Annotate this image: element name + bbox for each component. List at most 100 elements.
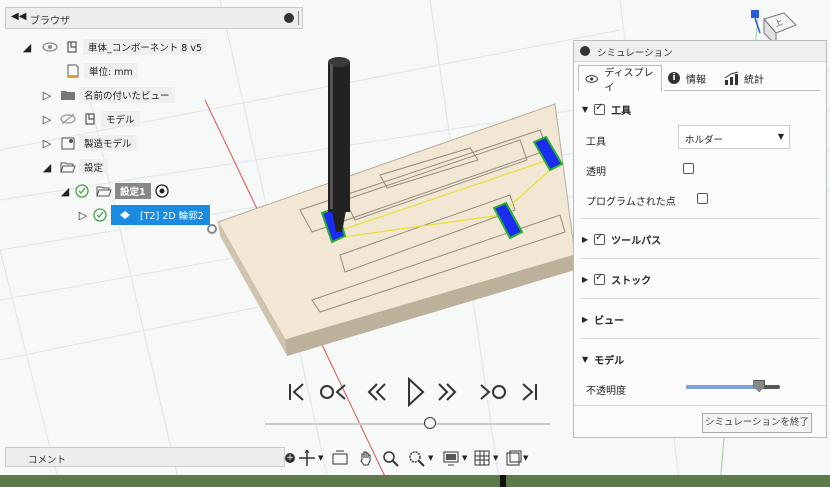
- eye-hidden-icon[interactable]: [60, 111, 76, 127]
- zoom-window-icon[interactable]: [408, 449, 426, 467]
- tree-row-setup1[interactable]: ◢ 設定1: [58, 182, 173, 200]
- browser-header[interactable]: ◀◀ ブラウザ: [5, 7, 303, 29]
- browser-minimize-icon[interactable]: [284, 13, 294, 23]
- expand-down-icon[interactable]: ◢: [40, 161, 54, 174]
- bottom-ground-strip: [0, 475, 830, 487]
- look-at-icon[interactable]: [331, 449, 349, 467]
- tool-select[interactable]: ホルダー ▼: [678, 125, 790, 149]
- tab-statistics[interactable]: 統計: [720, 65, 780, 91]
- section-view-header[interactable]: ▶ ビュー: [582, 312, 624, 327]
- tab-display[interactable]: ディスプレイ: [578, 65, 662, 94]
- zoom-icon[interactable]: [382, 449, 400, 467]
- tab-info-label: 情報: [686, 74, 706, 86]
- expand-right-icon[interactable]: ▷: [40, 113, 54, 126]
- operation-selected[interactable]: [T2] 2D 輪郭2: [111, 205, 210, 225]
- chevron-down-icon[interactable]: ▼: [462, 454, 467, 462]
- programmed-points-label: プログラムされた点: [586, 197, 676, 208]
- tree-label-named-views[interactable]: 名前の付いたビュー: [79, 87, 175, 103]
- sim-collapse-icon[interactable]: [580, 46, 590, 56]
- rewind-icon[interactable]: [367, 383, 386, 401]
- tree-row-setups[interactable]: ◢ 設定: [40, 158, 109, 176]
- toolpath-checkbox[interactable]: [594, 232, 606, 245]
- step-back-icon[interactable]: [320, 384, 346, 400]
- browser-divider: [298, 11, 299, 25]
- section-tool-header[interactable]: ▼ 工具: [582, 102, 631, 117]
- tree-label-model[interactable]: モデル: [101, 111, 140, 127]
- grid-icon[interactable]: [473, 449, 491, 467]
- section-stock-header[interactable]: ▶ ストック: [582, 272, 651, 287]
- tree-label-setup1[interactable]: 設定1: [115, 183, 151, 199]
- skip-to-end-icon[interactable]: [522, 383, 537, 401]
- section-toolpath-header[interactable]: ▶ ツールパス: [582, 232, 661, 247]
- folder-icon: [61, 91, 75, 100]
- expand-right-icon[interactable]: ▷: [40, 89, 54, 102]
- tab-statistics-label: 統計: [744, 74, 764, 86]
- expand-right-icon[interactable]: ▷: [40, 137, 54, 150]
- tab-info[interactable]: i 情報: [664, 65, 718, 91]
- expand-right-icon[interactable]: ▷: [76, 209, 90, 222]
- collapse-down-icon[interactable]: ▼: [582, 105, 588, 114]
- tree-row-root[interactable]: ◢ 車体_コンポーネント 8 v5: [20, 38, 208, 56]
- fast-forward-icon[interactable]: [438, 383, 457, 401]
- expand-down-icon[interactable]: ◢: [58, 185, 72, 198]
- active-setup-icon[interactable]: [154, 183, 170, 199]
- section-toolpath-label: ツールパス: [611, 236, 662, 247]
- transparent-checkbox[interactable]: [683, 163, 694, 174]
- expand-right-icon[interactable]: ▶: [582, 315, 588, 324]
- tree-label-units[interactable]: 単位: mm: [84, 63, 138, 79]
- tree-row-operation[interactable]: ▷ [T2] 2D 輪郭2: [76, 205, 210, 225]
- collapse-left-icon[interactable]: ◀◀: [11, 11, 26, 22]
- add-comment-icon[interactable]: +: [285, 453, 295, 463]
- tree-row-units[interactable]: 単位: mm: [62, 62, 138, 80]
- programmed-points-checkbox[interactable]: [697, 193, 709, 204]
- tree-label-setups[interactable]: 設定: [79, 159, 109, 175]
- pan-icon[interactable]: [357, 449, 375, 467]
- tab-underline: [664, 90, 820, 91]
- chevron-down-icon[interactable]: ▼: [523, 454, 528, 462]
- step-forward-icon[interactable]: [480, 384, 506, 400]
- collapse-down-icon[interactable]: ▼: [582, 355, 588, 364]
- comment-bar[interactable]: コメント +: [5, 447, 295, 467]
- divider: [574, 405, 826, 406]
- section-model-header[interactable]: ▼ モデル: [582, 352, 624, 367]
- component-icon: [67, 41, 77, 53]
- tree-row-manufacturing-model[interactable]: ▷ 製造モデル: [40, 134, 137, 152]
- playback-controls: [285, 375, 545, 411]
- opacity-slider-thumb[interactable]: [753, 380, 766, 392]
- tree-row-model[interactable]: ▷ モデル: [40, 110, 140, 128]
- dropdown-arrow-icon: ▼: [777, 132, 784, 141]
- tool-checkbox[interactable]: [594, 102, 606, 115]
- divider: [580, 298, 820, 299]
- skip-to-start-icon[interactable]: [289, 383, 304, 401]
- chevron-down-icon[interactable]: ▼: [428, 454, 433, 462]
- finish-simulation-label: シミュレーションを終了: [704, 417, 810, 428]
- expand-right-icon[interactable]: ▶: [582, 275, 588, 284]
- timeline-track[interactable]: [265, 423, 550, 425]
- cutting-tool[interactable]: [328, 57, 350, 232]
- viewports-icon[interactable]: [505, 449, 523, 467]
- opacity-slider-fill: [686, 385, 760, 389]
- play-icon[interactable]: [408, 376, 425, 408]
- open-folder-icon: [60, 162, 76, 173]
- chevron-down-icon[interactable]: ▼: [493, 454, 498, 462]
- tree-label-manufacturing-model[interactable]: 製造モデル: [79, 135, 137, 151]
- tree-label-component[interactable]: 車体_コンポーネント 8 v5: [83, 39, 208, 55]
- expand-down-icon[interactable]: ◢: [20, 41, 34, 54]
- simulation-titlebar[interactable]: シミュレーション: [574, 41, 826, 62]
- simulation-panel: シミュレーション ディスプレイ i 情報 統計 ▼ 工具 工具 ホルダー ▼ 透…: [573, 40, 827, 438]
- finish-simulation-button[interactable]: シミュレーションを終了: [702, 413, 812, 433]
- opacity-label: 不透明度: [586, 386, 626, 397]
- eye-icon: [585, 74, 598, 83]
- stock-checkbox[interactable]: [594, 272, 606, 285]
- chevron-down-icon[interactable]: ▼: [318, 454, 323, 462]
- divider: [580, 258, 820, 259]
- orbit-icon[interactable]: [298, 449, 316, 467]
- divider: [580, 338, 820, 339]
- manufacturing-model-icon: [61, 137, 75, 150]
- transparent-label: 透明: [586, 167, 606, 178]
- expand-right-icon[interactable]: ▶: [582, 235, 588, 244]
- display-settings-icon[interactable]: [442, 449, 460, 467]
- opacity-slider-track[interactable]: [686, 385, 780, 389]
- tree-row-named-views[interactable]: ▷ 名前の付いたビュー: [40, 86, 175, 104]
- eye-icon[interactable]: [42, 39, 58, 55]
